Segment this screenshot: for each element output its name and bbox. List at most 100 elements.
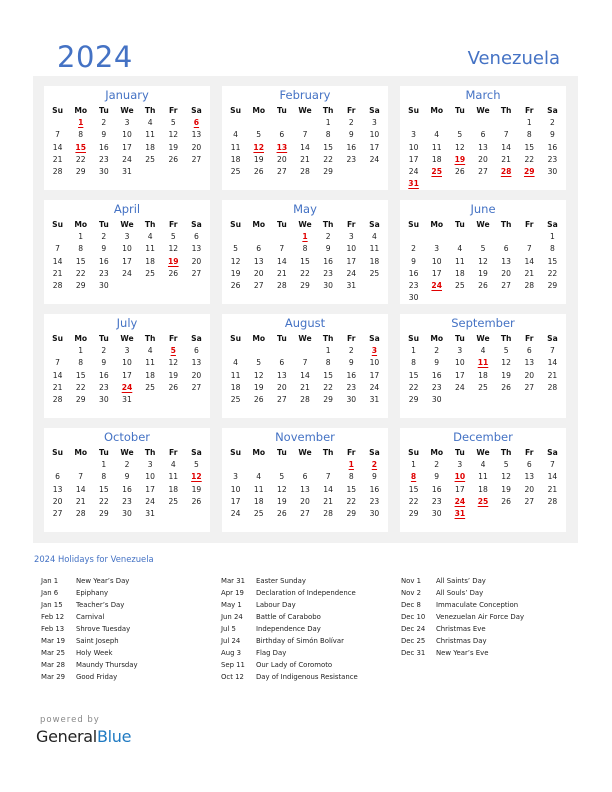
weekday-header: We: [476, 448, 490, 457]
holiday-name: Carnival: [76, 613, 105, 621]
day-cell: 20: [524, 370, 535, 380]
day-cell: 30: [547, 166, 558, 176]
holiday-list-item: Mar 28 Maundy Thursday: [41, 659, 138, 671]
day-cell: 10: [431, 256, 442, 266]
day-cell: 2: [101, 118, 107, 128]
weekday-header: Fr: [347, 448, 356, 457]
day-cell: 3: [434, 244, 440, 254]
day-cell: 27: [52, 508, 63, 518]
holiday-day-cell: 6: [193, 118, 200, 128]
weekday-header: Sa: [547, 106, 558, 115]
day-cell: 15: [323, 370, 333, 380]
weekday-header: We: [298, 448, 312, 457]
day-cell: 10: [369, 130, 380, 140]
holiday-list-item: Dec 10 Venezuelan Air Force Day: [401, 611, 524, 623]
empty-cell: [270, 345, 293, 357]
day-cell: 30: [346, 394, 357, 404]
holiday-date: Jun 24: [221, 613, 243, 621]
holiday-day-cell: 24: [454, 496, 466, 506]
empty-cell: [293, 117, 316, 129]
weekday-header: Mo: [74, 106, 88, 115]
day-cell: 17: [346, 256, 357, 266]
day-cell: 26: [455, 166, 465, 176]
day-cell: 16: [122, 484, 132, 494]
day-cell: 24: [145, 496, 155, 506]
day-cell: 29: [75, 166, 86, 176]
day-cell: 23: [431, 382, 442, 392]
holiday-date: Jan 6: [41, 589, 59, 597]
empty-cell: [471, 117, 494, 129]
day-cell: 4: [147, 232, 153, 242]
day-cell: 11: [145, 244, 155, 254]
day-cell: 7: [279, 244, 285, 254]
day-cell: 30: [369, 508, 380, 518]
day-cell: 7: [302, 358, 308, 368]
month-card-february: February Su Mo Tu We Th Fr Sa 1 2 3 4 5 6 7 8 9 10 11 12 13 1…: [222, 86, 388, 190]
day-cell: 11: [369, 244, 380, 254]
day-cell: 28: [547, 496, 558, 506]
weekday-header: Su: [230, 106, 242, 115]
holiday-list-item: Feb 12 Carnival: [41, 611, 138, 623]
day-cell: 30: [431, 394, 442, 404]
day-cell: 4: [434, 130, 440, 140]
holiday-name: Independence Day: [256, 625, 321, 633]
weekday-header: Mo: [252, 220, 266, 229]
holiday-day-cell: 1: [302, 232, 308, 242]
day-cell: 10: [122, 358, 132, 368]
holiday-day-cell: 13: [276, 142, 288, 152]
empty-cell: [247, 231, 270, 243]
holiday-day-cell: 31: [454, 508, 466, 518]
day-cell: 1: [78, 232, 84, 242]
day-cell: 5: [279, 472, 285, 482]
day-cell: 27: [253, 280, 264, 290]
day-cell: 29: [408, 394, 419, 404]
day-cell: 5: [170, 232, 176, 242]
day-cell: 7: [503, 130, 509, 140]
weekday-header: We: [476, 106, 490, 115]
weekday-header: Fr: [525, 220, 534, 229]
weekday-header: Fr: [347, 220, 356, 229]
day-cell: 12: [478, 256, 488, 266]
day-cell: 17: [122, 256, 132, 266]
holiday-day-cell: 24: [121, 382, 133, 392]
day-cell: 19: [501, 370, 511, 380]
day-cell: 14: [277, 256, 287, 266]
weekday-header: Su: [52, 334, 64, 343]
holiday-date: Dec 31: [401, 649, 426, 657]
day-cell: 10: [122, 130, 132, 140]
day-cell: 19: [277, 496, 287, 506]
day-cell: 28: [300, 166, 310, 176]
generalblue-logo[interactable]: GeneralBlue: [36, 727, 131, 746]
day-cell: 30: [122, 508, 132, 518]
day-cell: 11: [145, 130, 155, 140]
day-cell: 19: [501, 484, 511, 494]
brand-blue: Blue: [96, 727, 132, 746]
month-card-april: April Su Mo Tu We Th Fr Sa 1 2 3 4 5 6 7 8 9 10 11 12 13 14 15…: [44, 200, 210, 304]
empty-cell: [270, 459, 293, 471]
weekday-header: Su: [52, 448, 64, 457]
day-cell: 29: [75, 394, 86, 404]
day-cell: 6: [193, 232, 199, 242]
day-cell: 6: [55, 472, 60, 482]
day-cell: 24: [230, 508, 241, 518]
holiday-date: Jul 5: [221, 625, 236, 633]
holiday-date: Dec 10: [401, 613, 426, 621]
weekday-header: Fr: [169, 334, 178, 343]
month-card-june: June Su Mo Tu We Th Fr Sa 1 2 3 4 5 6 7 8 9 10 11 12 13 14 15 1…: [400, 200, 566, 304]
weekday-header: Sa: [547, 334, 558, 343]
day-cell: 13: [253, 256, 264, 266]
weekday-header: Tu: [98, 448, 109, 457]
day-cell: 5: [256, 358, 262, 368]
day-cell: 4: [147, 118, 153, 128]
month-grid: Su Mo Tu We Th Fr Sa 1 2 3 4 5 6 7 8 9 10 11 12 13 14 15 16 17 1…: [224, 219, 386, 292]
weekday-header: Mo: [430, 334, 444, 343]
holiday-name: Battle of Carabobo: [256, 613, 321, 621]
day-cell: 7: [55, 244, 60, 254]
weekday-header: Su: [408, 106, 420, 115]
month-name: May: [293, 202, 317, 216]
day-cell: 5: [233, 244, 238, 254]
day-cell: 29: [75, 280, 86, 290]
weekday-header: Th: [144, 220, 156, 229]
weekday-header: We: [298, 106, 312, 115]
empty-cell: [247, 345, 270, 357]
